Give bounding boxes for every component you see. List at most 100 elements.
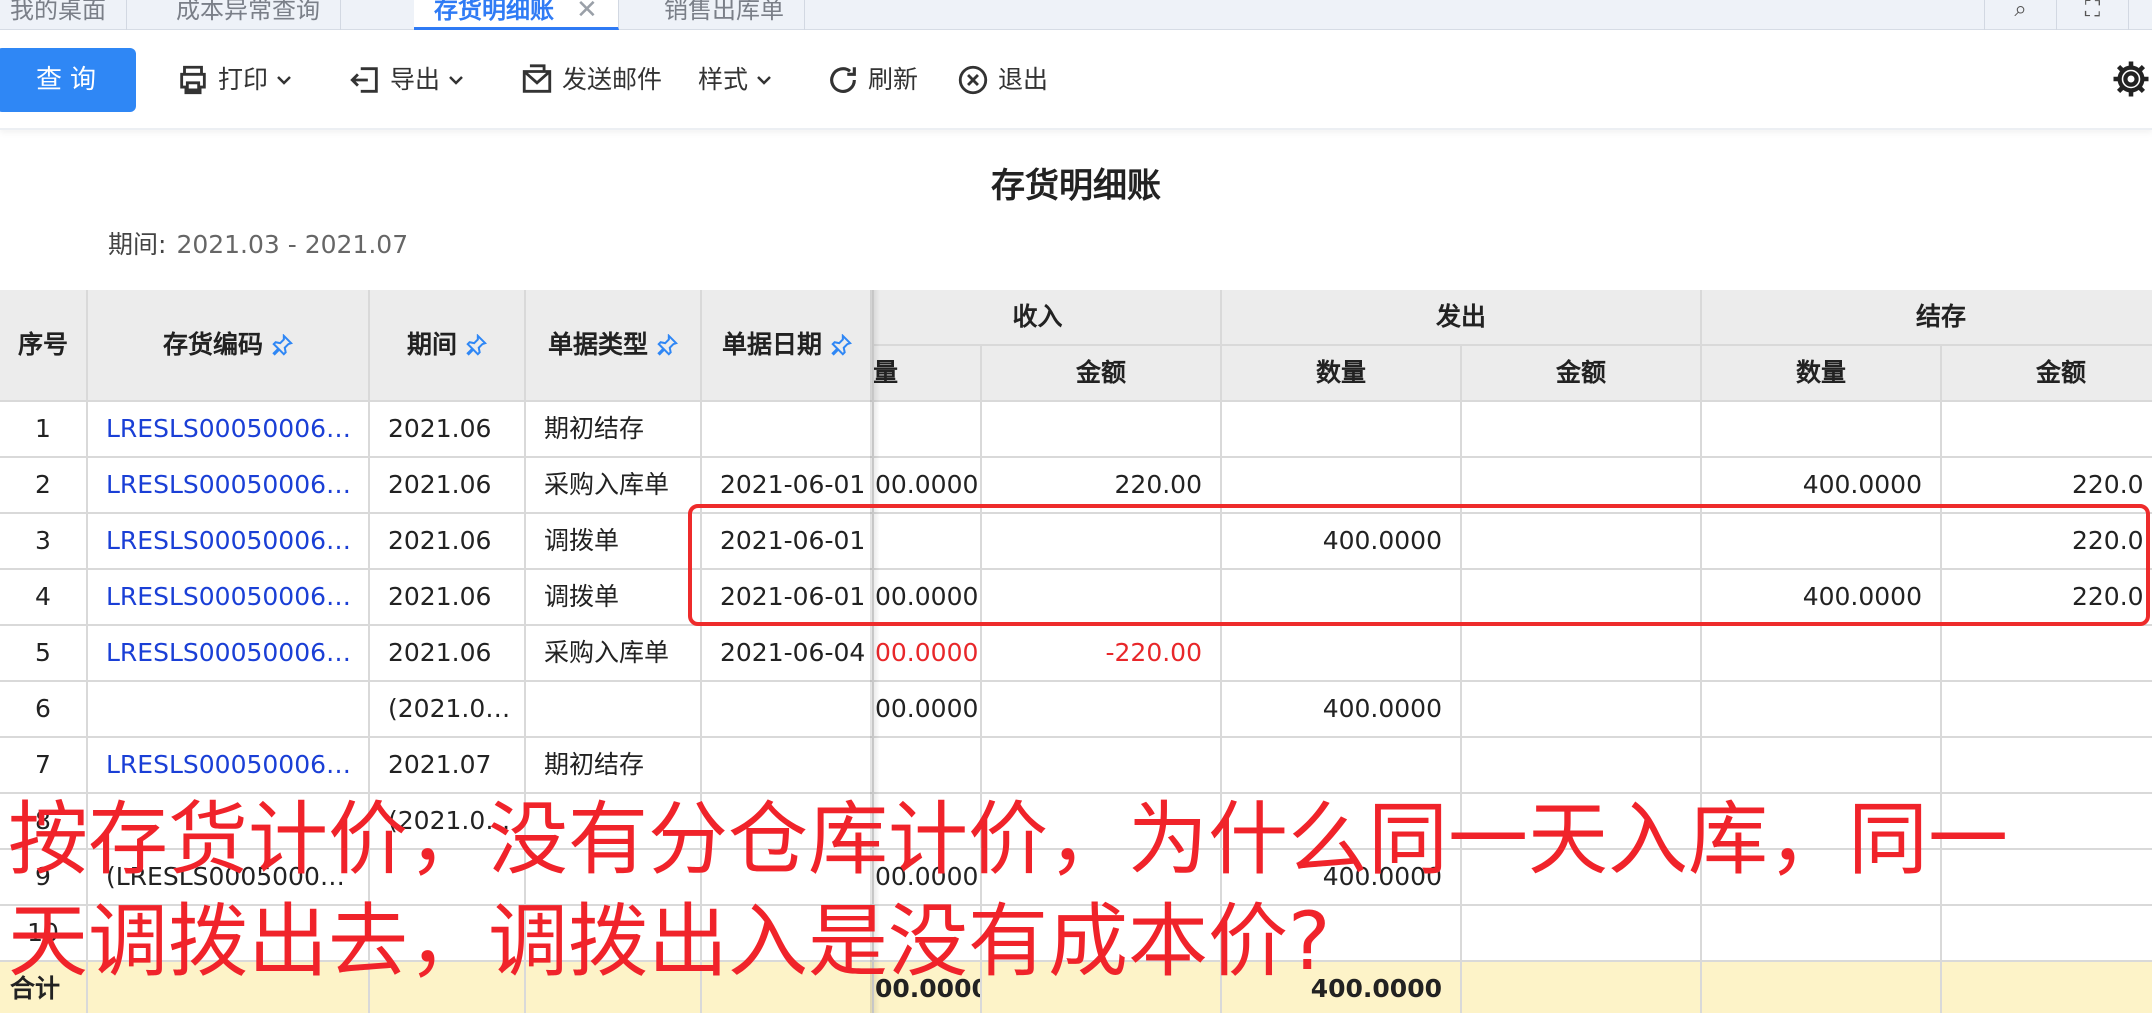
table-cell-period: 2021.07 (370, 738, 526, 794)
column-header-code[interactable]: 存货编码 (88, 290, 370, 402)
total-cell-seq: 合计 (0, 962, 88, 1013)
print-button[interactable]: 打印 (176, 60, 292, 100)
column-header-in-qty: 量 (855, 346, 982, 402)
table-cell-doc-date: 2021-06-04 (702, 626, 874, 682)
table-cell-out-amt (1462, 402, 1702, 458)
column-header-bal-qty: 数量 (1702, 346, 1942, 402)
style-button[interactable]: 样式 (698, 60, 772, 100)
tab-inventory-detail-ledger[interactable]: 存货明细账 ✕ (414, 0, 619, 30)
table-cell-out-amt (1462, 682, 1702, 738)
table-cell-period: 2021.06 (370, 402, 526, 458)
table-cell-bal-amt (1942, 850, 2152, 906)
total-cell-in-amt (982, 962, 1222, 1013)
chevron-down-icon (757, 76, 771, 85)
table-cell-doc-type: 期初结存 (526, 402, 702, 458)
pin-icon[interactable] (271, 334, 293, 356)
table-cell-period: (2021.0… (370, 794, 526, 850)
table-cell-out-qty: 400.0000 (1222, 850, 1462, 906)
table-cell-code[interactable]: LRESLS00050006… (88, 738, 370, 794)
print-label: 打印 (218, 65, 269, 94)
table-cell-doc-date (702, 402, 874, 458)
table-cell-doc-date (702, 794, 874, 850)
table-cell-bal-amt (1942, 626, 2152, 682)
refresh-button[interactable]: 刷新 (826, 60, 918, 100)
tab-cost-exception-query[interactable]: 成本异常查询 (156, 0, 341, 30)
table-cell-seq: 10 (0, 906, 88, 962)
tab-my-desktop[interactable]: 我的桌面 (0, 0, 127, 30)
table-cell-code[interactable] (88, 794, 370, 850)
table-cell-code[interactable] (88, 906, 370, 962)
exit-button[interactable]: 退出 (956, 60, 1048, 100)
table-cell-in-amt (982, 850, 1222, 906)
table-cell-bal-qty (1702, 514, 1942, 570)
column-header-in-amt: 金额 (982, 346, 1222, 402)
table-cell-in-amt: -220.00 (982, 626, 1222, 682)
column-header-seq[interactable]: 序号 (0, 290, 88, 402)
table-cell-in-qty: 00.0000 (855, 458, 982, 514)
table-cell-seq: 3 (0, 514, 88, 570)
table-cell-in-amt (982, 906, 1222, 962)
table-cell-bal-qty: 400.0000 (1702, 458, 1942, 514)
table-cell-code[interactable] (88, 682, 370, 738)
table-cell-out-amt (1462, 794, 1702, 850)
table-cell-seq: 1 (0, 402, 88, 458)
table-cell-doc-type (526, 682, 702, 738)
total-cell-period (370, 962, 526, 1013)
column-header-doc-date[interactable]: 单据日期 (702, 290, 874, 402)
table-cell-in-amt (982, 738, 1222, 794)
table-cell-out-amt (1462, 458, 1702, 514)
close-circle-icon (958, 65, 988, 95)
column-header-doc-type[interactable]: 单据类型 (526, 290, 702, 402)
table-cell-out-amt (1462, 906, 1702, 962)
table-cell-code[interactable]: LRESLS00050006… (88, 570, 370, 626)
table-cell-doc-date: 2021-06-01 (702, 570, 874, 626)
table-cell-out-amt (1462, 514, 1702, 570)
total-cell-code (88, 962, 370, 1013)
table-cell-code[interactable]: LRESLS00050006… (88, 626, 370, 682)
column-header-out-qty: 数量 (1222, 346, 1462, 402)
close-icon[interactable]: ✕ (576, 0, 598, 25)
column-header-label: 单据类型 (547, 330, 648, 359)
table-cell-in-amt: 220.00 (982, 458, 1222, 514)
inventory-detail-table: 收入 发出 结存量金额 数量 金额 数量 金额 00.0000 220.00 400.0000 22… (0, 290, 2152, 1013)
table-cell-out-qty (1222, 738, 1462, 794)
pin-icon[interactable] (656, 334, 678, 356)
chevron-down-icon (277, 76, 291, 85)
table-cell-seq: 2 (0, 458, 88, 514)
pin-icon[interactable] (465, 334, 487, 356)
table-cell-seq: 4 (0, 570, 88, 626)
table-cell-doc-type (526, 794, 702, 850)
table-cell-bal-qty (1702, 906, 1942, 962)
gear-icon[interactable] (2110, 58, 2152, 100)
table-cell-code[interactable]: LRESLS00050006… (88, 514, 370, 570)
table-cell-doc-type: 调拨单 (526, 570, 702, 626)
table-cell-bal-qty (1702, 794, 1942, 850)
table-cell-period (370, 906, 526, 962)
send-email-button[interactable]: 发送邮件 (520, 60, 662, 100)
column-header-period[interactable]: 期间 (370, 290, 526, 402)
exit-label: 退出 (998, 65, 1049, 94)
table-cell-in-qty: 00.0000 (855, 626, 982, 682)
period-label: 期间: (108, 230, 167, 259)
table-cell-code[interactable]: LRESLS00050006… (88, 458, 370, 514)
fullscreen-icon[interactable]: ⛶ (2056, 0, 2128, 30)
table-cell-period: 2021.06 (370, 514, 526, 570)
table-cell-out-qty (1222, 906, 1462, 962)
more-icon[interactable] (2128, 0, 2152, 30)
table-cell-period: (2021.0… (370, 682, 526, 738)
report-title: 存货明细账 (991, 166, 1161, 206)
table-cell-out-qty: 400.0000 (1222, 514, 1462, 570)
search-icon[interactable]: ⌕ (1984, 0, 2056, 30)
query-button[interactable]: 查询 (0, 48, 136, 112)
table-cell-bal-amt: 220.0 (1942, 570, 2152, 626)
table-cell-code[interactable]: LRESLS00050006… (88, 402, 370, 458)
table-cell-period: 2021.06 (370, 458, 526, 514)
export-icon (350, 67, 378, 93)
total-cell-bal-amt (1942, 962, 2152, 1013)
tab-label: 销售出库单 (664, 0, 784, 24)
pin-icon[interactable] (830, 334, 852, 356)
export-button[interactable]: 导出 (348, 60, 464, 100)
table-cell-bal-amt: 220.0 (1942, 458, 2152, 514)
tab-sales-outbound[interactable]: 销售出库单 (644, 0, 805, 30)
table-cell-doc-type: 调拨单 (526, 514, 702, 570)
